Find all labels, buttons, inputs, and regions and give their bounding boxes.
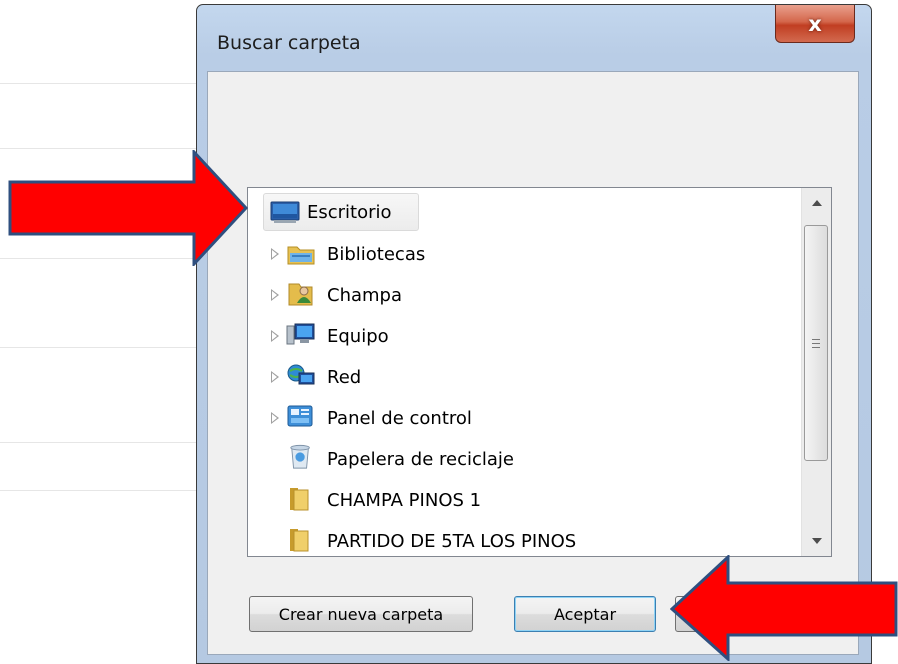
recycle-bin-icon bbox=[290, 444, 310, 469]
close-icon: x bbox=[808, 11, 822, 36]
tree-item-panel-de-control[interactable]: Panel de control bbox=[248, 398, 528, 438]
tree-item-label: Red bbox=[327, 366, 362, 388]
network-icon bbox=[287, 364, 315, 385]
dialog-title: Buscar carpeta bbox=[217, 32, 361, 54]
desktop-icon bbox=[270, 201, 300, 223]
expand-arrow-icon[interactable] bbox=[271, 248, 279, 260]
annotation-arrow-left-icon bbox=[670, 555, 898, 661]
user-folder-icon bbox=[288, 283, 313, 306]
scroll-thumb[interactable] bbox=[804, 225, 828, 461]
tree-item-label: Bibliotecas bbox=[327, 243, 426, 265]
expand-arrow-icon[interactable] bbox=[271, 289, 279, 301]
vertical-scrollbar[interactable] bbox=[801, 188, 831, 556]
control-panel-icon bbox=[287, 405, 313, 427]
arrow-down-icon bbox=[811, 538, 822, 544]
folder-icon bbox=[290, 488, 309, 511]
accept-label: Aceptar bbox=[553, 604, 617, 624]
grip-icon bbox=[812, 338, 820, 348]
folder-icon bbox=[290, 529, 309, 552]
tree-item-escritorio[interactable]: Escritorio bbox=[248, 192, 448, 232]
tree-item-partido-de-5ta[interactable]: PARTIDO DE 5TA LOS PINOS bbox=[248, 521, 648, 556]
scroll-down-button[interactable] bbox=[802, 526, 831, 556]
folder-tree[interactable]: Escritorio Bibliotecas Champa Equipo Red… bbox=[247, 187, 832, 557]
computer-icon bbox=[286, 323, 315, 345]
tree-item-bibliotecas[interactable]: Bibliotecas bbox=[248, 234, 488, 274]
tree-item-label: Papelera de reciclaje bbox=[327, 448, 515, 470]
background-spreadsheet bbox=[0, 0, 196, 661]
new-folder-button[interactable]: Crear nueva carpeta bbox=[249, 596, 473, 632]
arrow-up-icon bbox=[811, 200, 822, 206]
expand-arrow-icon[interactable] bbox=[271, 371, 279, 383]
new-folder-label: Crear nueva carpeta bbox=[278, 604, 444, 624]
tree-item-label: CHAMPA PINOS 1 bbox=[327, 489, 482, 511]
tree-item-papelera[interactable]: Papelera de reciclaje bbox=[248, 439, 568, 479]
tree-item-label: Champa bbox=[327, 284, 402, 306]
accept-button[interactable]: Aceptar bbox=[514, 596, 656, 632]
expand-arrow-icon[interactable] bbox=[271, 412, 279, 424]
libraries-icon bbox=[287, 246, 315, 265]
tree-item-label: Equipo bbox=[327, 325, 389, 347]
tree-item-red[interactable]: Red bbox=[248, 357, 448, 397]
annotation-arrow-right-icon bbox=[8, 150, 248, 266]
tree-item-label: Escritorio bbox=[307, 201, 392, 223]
close-button[interactable]: x bbox=[775, 5, 855, 43]
tree-item-equipo[interactable]: Equipo bbox=[248, 316, 448, 356]
tree-item-label: PARTIDO DE 5TA LOS PINOS bbox=[327, 530, 577, 552]
tree-item-label: Panel de control bbox=[327, 407, 472, 429]
tree-item-champa[interactable]: Champa bbox=[248, 275, 448, 315]
scroll-up-button[interactable] bbox=[802, 188, 831, 218]
tree-item-champa-pinos-1[interactable]: CHAMPA PINOS 1 bbox=[248, 480, 548, 520]
expand-arrow-icon[interactable] bbox=[271, 330, 279, 342]
